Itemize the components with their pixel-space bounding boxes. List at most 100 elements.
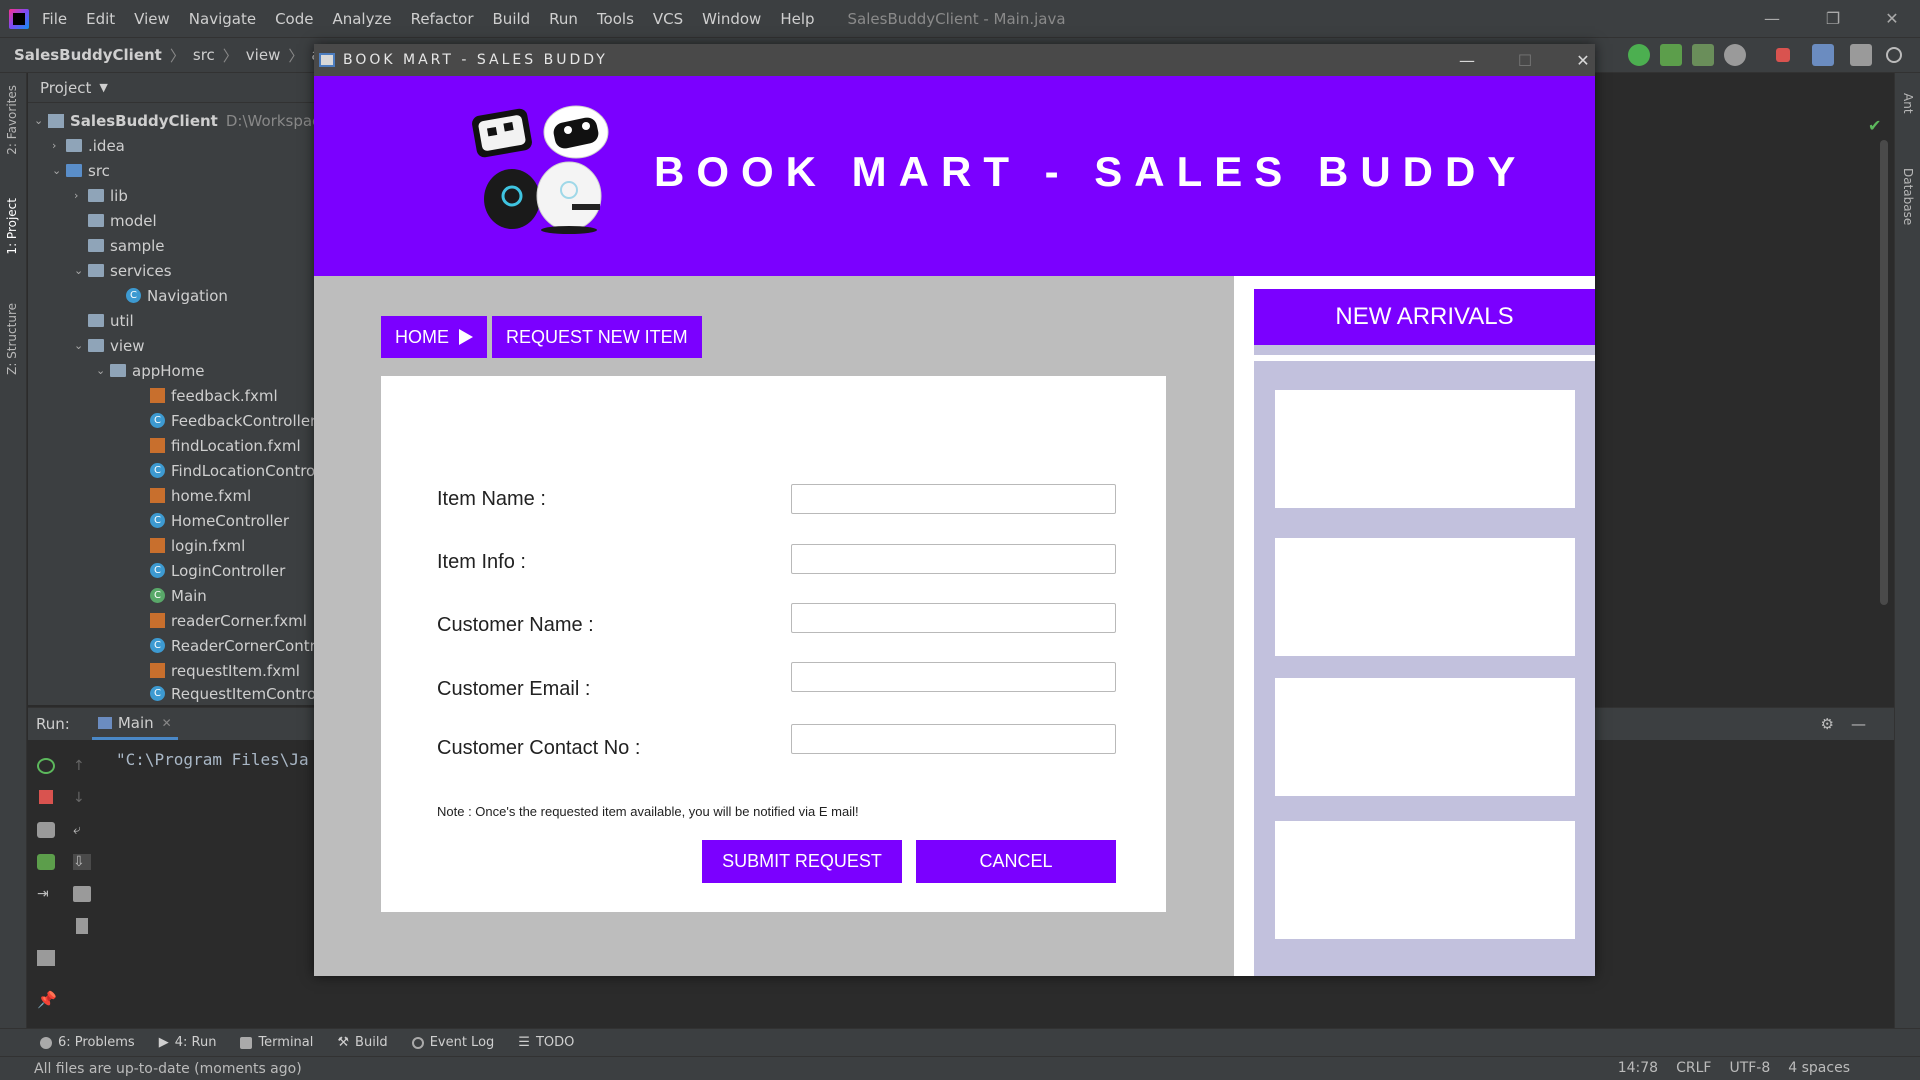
tree-item[interactable]: sample — [88, 233, 165, 258]
restore-icon[interactable]: ❐ — [1813, 0, 1853, 37]
project-panel-header[interactable]: Project ▼ — [28, 73, 318, 103]
tab-structure[interactable]: Z: Structure — [5, 303, 19, 375]
customer-email-input[interactable] — [791, 662, 1116, 692]
camera-icon[interactable] — [37, 822, 55, 838]
layout-icon[interactable] — [37, 950, 55, 966]
tree-item[interactable]: util — [88, 308, 134, 333]
chevron-right-icon[interactable]: › — [52, 139, 66, 152]
line-separator[interactable]: CRLF — [1676, 1060, 1711, 1076]
tree-item[interactable]: login.fxml — [150, 533, 245, 558]
tree-item[interactable]: C ReaderCornerControll — [150, 633, 333, 658]
hide-panel-icon[interactable]: — — [1851, 715, 1866, 733]
indent-setting[interactable]: 4 spaces — [1788, 1060, 1850, 1076]
item-name-input[interactable] — [791, 484, 1116, 514]
tree-item[interactable]: C Main — [150, 583, 207, 608]
chevron-down-icon[interactable]: ⌄ — [74, 264, 88, 277]
breadcrumb-project[interactable]: SalesBuddyClient — [14, 46, 162, 64]
debug-icon[interactable] — [37, 854, 55, 870]
tree-item[interactable]: ⌄ appHome — [96, 358, 205, 383]
rerun-icon[interactable] — [1628, 44, 1650, 66]
tree-item[interactable]: › lib — [74, 183, 128, 208]
arrival-card[interactable] — [1275, 821, 1575, 939]
tool-problems[interactable]: 6: Problems — [40, 1035, 135, 1050]
tool-event-log[interactable]: Event Log — [411, 1035, 494, 1050]
tree-item[interactable]: home.fxml — [150, 483, 251, 508]
close-tab-icon[interactable]: ✕ — [162, 716, 172, 730]
chevron-right-icon[interactable]: › — [74, 189, 88, 202]
chevron-down-icon[interactable]: ⌄ — [34, 114, 48, 127]
tree-root[interactable]: ⌄ SalesBuddyClient D:\Workspaces\ — [34, 108, 342, 133]
customer-contact-input[interactable] — [791, 724, 1116, 754]
menu-window[interactable]: Window — [702, 10, 761, 28]
menu-help[interactable]: Help — [780, 10, 814, 28]
rerun-icon[interactable] — [37, 758, 55, 774]
profile-icon[interactable] — [1724, 44, 1746, 66]
arrival-card[interactable] — [1275, 390, 1575, 508]
tree-item[interactable]: C Navigation — [126, 283, 228, 308]
tree-item[interactable]: ⌄ src — [52, 158, 110, 183]
tool-todo[interactable]: ☰ TODO — [518, 1035, 574, 1050]
debug-icon[interactable] — [1660, 44, 1682, 66]
search-everywhere-icon[interactable] — [1886, 47, 1902, 63]
trash-icon[interactable] — [76, 918, 88, 934]
menu-run[interactable]: Run — [549, 10, 578, 28]
chevron-down-icon[interactable]: ▼ — [99, 81, 107, 94]
arrival-card[interactable] — [1275, 678, 1575, 796]
menu-analyze[interactable]: Analyze — [332, 10, 391, 28]
tree-item[interactable]: C FeedbackController — [150, 408, 316, 433]
stop-icon[interactable] — [1776, 48, 1790, 62]
coverage-icon[interactable] — [1692, 44, 1714, 66]
tree-item[interactable]: model — [88, 208, 157, 233]
chevron-down-icon[interactable]: ⌄ — [96, 364, 110, 377]
tree-item[interactable]: findLocation.fxml — [150, 433, 301, 458]
arrow-up-icon[interactable]: ↑ — [73, 758, 91, 774]
tab-database[interactable]: Database — [1901, 168, 1915, 225]
menu-file[interactable]: File — [42, 10, 67, 28]
menu-edit[interactable]: Edit — [86, 10, 115, 28]
layout-icon[interactable] — [1850, 44, 1872, 66]
tree-item[interactable]: readerCorner.fxml — [150, 608, 307, 633]
run-tab-main[interactable]: Main ✕ — [91, 708, 178, 740]
tree-item[interactable]: feedback.fxml — [150, 383, 278, 408]
menu-build[interactable]: Build — [493, 10, 531, 28]
tool-run[interactable]: ▶ 4: Run — [159, 1035, 217, 1050]
tree-item[interactable]: C HomeController — [150, 508, 289, 533]
print-icon[interactable] — [73, 886, 91, 902]
stop-icon[interactable] — [39, 790, 53, 804]
arrival-card[interactable] — [1275, 538, 1575, 656]
item-info-input[interactable] — [791, 544, 1116, 574]
tool-terminal[interactable]: Terminal — [240, 1035, 313, 1050]
menu-code[interactable]: Code — [275, 10, 313, 28]
status-message[interactable]: All files are up-to-date (moments ago) — [34, 1061, 302, 1077]
tree-item[interactable]: C LoginController — [150, 558, 285, 583]
submit-request-button[interactable]: SUBMIT REQUEST — [702, 840, 902, 883]
project-structure-icon[interactable] — [1812, 44, 1834, 66]
settings-gear-icon[interactable]: ⚙ — [1821, 715, 1834, 733]
file-encoding[interactable]: UTF-8 — [1729, 1060, 1770, 1076]
menu-refactor[interactable]: Refactor — [411, 10, 474, 28]
pin-icon[interactable]: 📌 — [37, 990, 57, 1009]
tool-build[interactable]: ⚒ Build — [337, 1035, 387, 1050]
menu-view[interactable]: View — [134, 10, 170, 28]
tree-item[interactable]: ⌄ view — [74, 333, 145, 358]
cancel-button[interactable]: CANCEL — [916, 840, 1116, 883]
tree-item[interactable]: C FindLocationControlle — [150, 458, 333, 483]
tab-ant[interactable]: Ant — [1901, 93, 1915, 114]
request-new-item-button[interactable]: REQUEST NEW ITEM — [492, 316, 702, 358]
soft-wrap-icon[interactable]: ⤶ — [73, 822, 91, 838]
scroll-to-end-icon[interactable]: ⇩ — [73, 854, 91, 870]
tree-item[interactable]: ⌄ services — [74, 258, 172, 283]
cursor-position[interactable]: 14:78 — [1618, 1060, 1658, 1076]
editor-scrollbar[interactable] — [1880, 140, 1888, 605]
breadcrumb-src[interactable]: src — [193, 46, 215, 64]
tree-item[interactable]: requestItem.fxml — [150, 658, 300, 683]
tree-item[interactable]: › .idea — [52, 133, 125, 158]
arrow-down-icon[interactable]: ↓ — [73, 790, 91, 806]
customer-name-input[interactable] — [791, 603, 1116, 633]
maximize-icon[interactable]: ☐ — [1505, 44, 1545, 76]
menu-navigate[interactable]: Navigate — [189, 10, 256, 28]
tab-project[interactable]: 1: Project — [5, 198, 19, 255]
chevron-down-icon[interactable]: ⌄ — [74, 339, 88, 352]
menu-vcs[interactable]: VCS — [653, 10, 683, 28]
close-icon[interactable]: ✕ — [1563, 44, 1603, 76]
